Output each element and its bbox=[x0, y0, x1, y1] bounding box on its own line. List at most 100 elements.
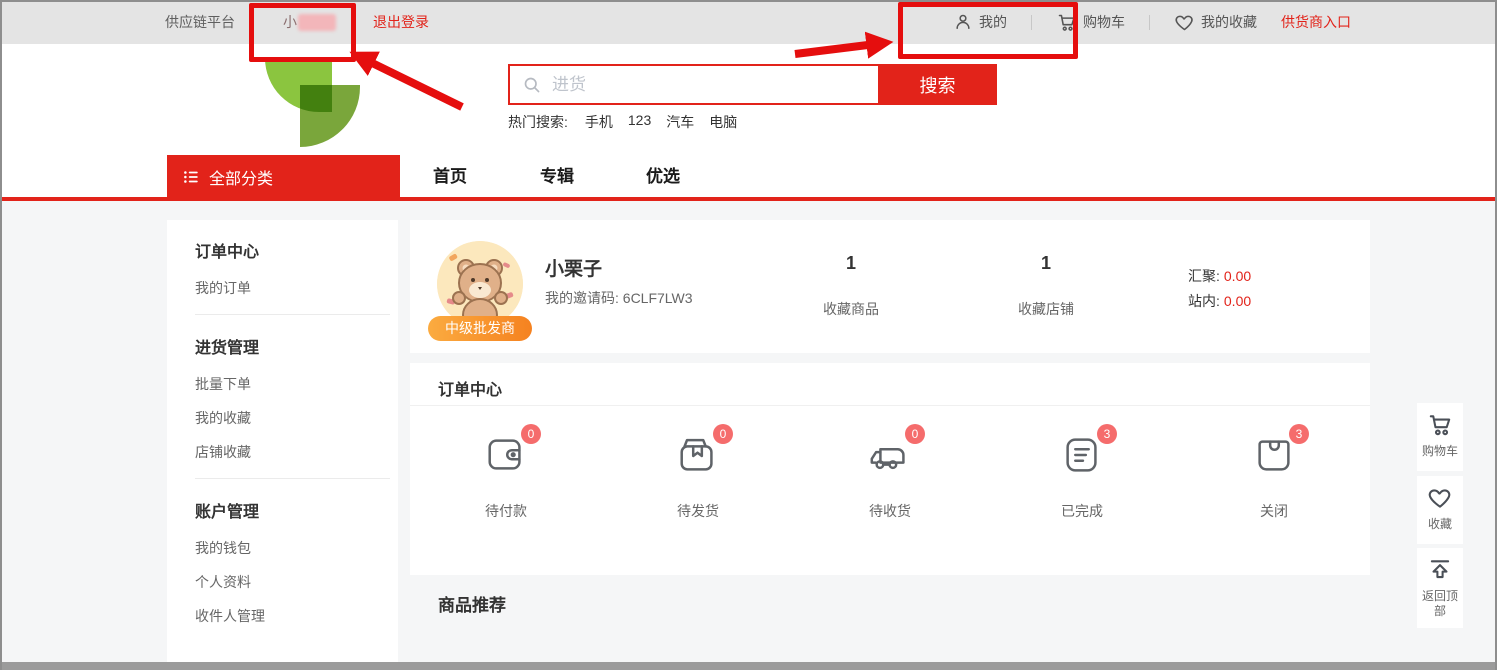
float-favorites-label: 收藏 bbox=[1417, 516, 1463, 532]
hot-keyword-123[interactable]: 123 bbox=[628, 112, 651, 132]
sidebar-item-personal-info[interactable]: 个人资料 bbox=[195, 574, 398, 590]
mine-link[interactable]: 我的 bbox=[953, 12, 1007, 32]
topbar-left: 供应链平台 小 退出登录 bbox=[165, 0, 429, 44]
bottom-border-bar bbox=[0, 662, 1497, 670]
username-text: 小 bbox=[283, 12, 297, 32]
all-categories-label: 全部分类 bbox=[209, 165, 273, 189]
recommendations-title: 商品推荐 bbox=[438, 591, 506, 616]
invite-code-row: 我的邀请码: 6CLF7LW3 bbox=[545, 288, 693, 308]
status-count-badge: 0 bbox=[521, 424, 541, 444]
username-redaction bbox=[298, 14, 336, 31]
order-status-row: 0 待付款 0 待发货 bbox=[410, 419, 1370, 521]
profile-card: 中级批发商 小栗子 我的邀请码: 6CLF7LW3 1 收藏商品 1 收藏店铺 … bbox=[410, 220, 1370, 353]
divider bbox=[1031, 15, 1032, 30]
logout-link[interactable]: 退出登录 bbox=[373, 12, 429, 32]
back-to-top-button[interactable]: 返回顶部 bbox=[1417, 548, 1463, 628]
category-list-icon bbox=[182, 168, 200, 186]
back-to-top-label: 返回顶部 bbox=[1417, 588, 1463, 619]
order-center-card: 订单中心 0 待付款 bbox=[410, 363, 1370, 575]
cart-icon bbox=[1056, 12, 1077, 33]
heart-icon bbox=[1174, 12, 1195, 33]
profile-name: 小栗子 bbox=[545, 254, 602, 281]
balance-label: 汇聚: bbox=[1188, 268, 1220, 284]
invite-code-label: 我的邀请码: bbox=[545, 290, 619, 306]
status-count-badge: 0 bbox=[713, 424, 733, 444]
favorites-link[interactable]: 我的收藏 bbox=[1174, 12, 1257, 33]
divider bbox=[195, 314, 390, 315]
order-center-title: 订单中心 bbox=[438, 376, 502, 400]
hot-search: 热门搜索: 手机 123 汽车 电脑 bbox=[508, 112, 737, 132]
topbar-right: 我的 购物车 我的收藏 供货商入口 bbox=[953, 0, 1351, 44]
search-button[interactable]: 搜索 bbox=[878, 64, 997, 105]
status-label: 已完成 bbox=[986, 501, 1178, 521]
person-icon bbox=[953, 12, 973, 32]
balance-value: 0.00 bbox=[1224, 293, 1251, 309]
status-count-badge: 3 bbox=[1289, 424, 1309, 444]
hot-keyword-computer[interactable]: 电脑 bbox=[709, 112, 737, 132]
mine-label: 我的 bbox=[979, 12, 1007, 32]
status-count-badge: 3 bbox=[1097, 424, 1117, 444]
stat-value: 1 bbox=[781, 253, 921, 274]
search-icon bbox=[522, 75, 542, 95]
sidebar-item-my-wallet[interactable]: 我的钱包 bbox=[195, 540, 398, 556]
username-link[interactable]: 小 bbox=[283, 12, 336, 32]
cart-icon bbox=[1427, 412, 1453, 438]
status-label: 关闭 bbox=[1178, 501, 1370, 521]
status-label: 待付款 bbox=[410, 501, 602, 521]
heart-icon bbox=[1427, 485, 1453, 511]
sidebar-item-bulk-order[interactable]: 批量下单 bbox=[195, 376, 398, 392]
avatar[interactable] bbox=[437, 241, 523, 327]
sidebar-item-my-orders[interactable]: 我的订单 bbox=[195, 280, 398, 296]
nav-home[interactable]: 首页 bbox=[433, 155, 467, 198]
divider bbox=[354, 15, 355, 30]
cart-label: 购物车 bbox=[1083, 12, 1125, 32]
float-cart-button[interactable]: 购物车 bbox=[1417, 403, 1463, 471]
status-completed[interactable]: 3 已完成 bbox=[986, 419, 1178, 521]
status-closed[interactable]: 3 关闭 bbox=[1178, 419, 1370, 521]
status-count-badge: 0 bbox=[905, 424, 925, 444]
nav-albums[interactable]: 专辑 bbox=[540, 155, 574, 198]
supplier-entry-link[interactable]: 供货商入口 bbox=[1281, 12, 1351, 32]
sidebar-item-recipient-management[interactable]: 收件人管理 bbox=[195, 608, 398, 624]
hot-keyword-phone[interactable]: 手机 bbox=[585, 112, 613, 132]
bear-avatar-image bbox=[437, 241, 523, 327]
float-favorites-button[interactable]: 收藏 bbox=[1417, 476, 1463, 544]
float-cart-label: 购物车 bbox=[1417, 443, 1463, 459]
favorites-label: 我的收藏 bbox=[1201, 12, 1257, 32]
divider bbox=[1149, 15, 1150, 30]
search-input[interactable] bbox=[550, 74, 878, 96]
divider bbox=[410, 405, 1370, 406]
stat-value: 1 bbox=[976, 253, 1116, 274]
back-to-top-icon bbox=[1427, 557, 1453, 583]
sidebar-item-shop-favorites[interactable]: 店铺收藏 bbox=[195, 444, 398, 460]
all-categories-button[interactable]: 全部分类 bbox=[167, 155, 400, 198]
balance-row-huiju: 汇聚:0.00 bbox=[1188, 264, 1251, 289]
sidebar: 订单中心 我的订单 进货管理 批量下单 我的收藏 店铺收藏 账户管理 我的钱包 … bbox=[167, 220, 398, 662]
invite-code-value: 6CLF7LW3 bbox=[623, 290, 693, 306]
status-pending-receipt[interactable]: 0 待收货 bbox=[794, 419, 986, 521]
divider bbox=[195, 478, 390, 479]
sidebar-section-account-management: 账户管理 bbox=[195, 504, 398, 522]
search-input-box bbox=[508, 64, 878, 105]
nav-featured[interactable]: 优选 bbox=[646, 155, 680, 198]
cart-link[interactable]: 购物车 bbox=[1056, 12, 1125, 33]
status-label: 待收货 bbox=[794, 501, 986, 521]
status-label: 待发货 bbox=[602, 501, 794, 521]
site-logo[interactable] bbox=[265, 58, 361, 148]
stat-favorite-products[interactable]: 1 收藏商品 bbox=[781, 220, 921, 319]
status-pending-shipment[interactable]: 0 待发货 bbox=[602, 419, 794, 521]
hot-keyword-car[interactable]: 汽车 bbox=[666, 112, 694, 132]
topbar: 供应链平台 小 退出登录 我的 购物车 bbox=[0, 0, 1497, 44]
sidebar-item-my-favorites[interactable]: 我的收藏 bbox=[195, 410, 398, 426]
logo-leaf-dark bbox=[300, 85, 360, 147]
status-pending-payment[interactable]: 0 待付款 bbox=[410, 419, 602, 521]
balance-label: 站内: bbox=[1188, 293, 1220, 309]
balances: 汇聚:0.00 站内:0.00 bbox=[1188, 264, 1251, 314]
platform-label: 供应链平台 bbox=[165, 12, 235, 32]
sidebar-section-order-center: 订单中心 bbox=[195, 244, 398, 262]
balance-value: 0.00 bbox=[1224, 268, 1251, 284]
stat-favorite-shops[interactable]: 1 收藏店铺 bbox=[976, 220, 1116, 319]
hot-search-label: 热门搜索: bbox=[508, 112, 568, 132]
page: 供应链平台 小 退出登录 我的 购物车 bbox=[0, 0, 1497, 670]
level-badge: 中级批发商 bbox=[428, 316, 532, 341]
